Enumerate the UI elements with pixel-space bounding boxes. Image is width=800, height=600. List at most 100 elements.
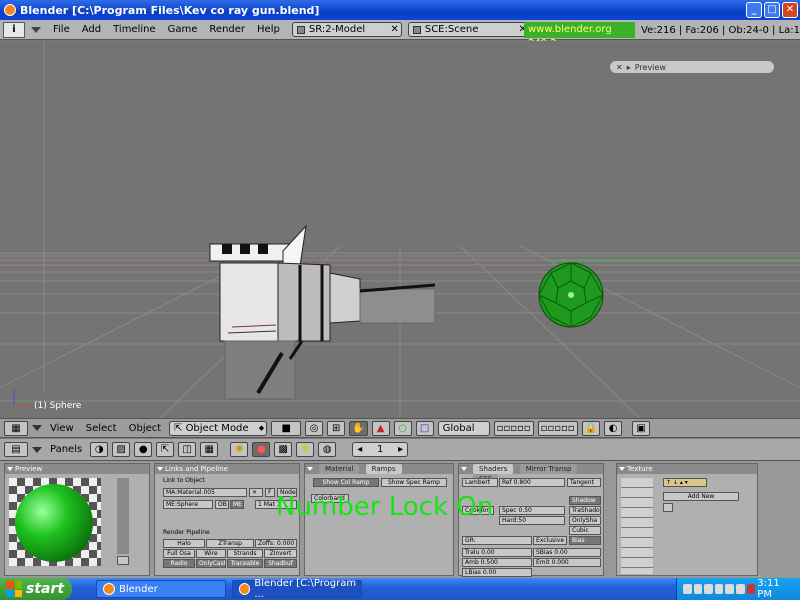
halo-button[interactable]: Halo bbox=[163, 539, 205, 548]
taskbar-item-blender[interactable]: Blender bbox=[96, 580, 226, 598]
collapse-menu-icon[interactable] bbox=[32, 446, 42, 453]
ray-gun-mesh[interactable] bbox=[209, 224, 436, 400]
cubic-button[interactable]: Cubic bbox=[569, 526, 601, 535]
menu-render[interactable]: Render bbox=[209, 24, 245, 35]
menu-add[interactable]: Add bbox=[82, 24, 101, 35]
snap-icon[interactable]: ⊞ bbox=[327, 420, 346, 436]
texture-arrows-icon[interactable]: ↑ ↓ ▴ ▾ bbox=[663, 478, 707, 487]
lbias-slider[interactable]: LBias 0.00 bbox=[462, 568, 532, 577]
trashado-button[interactable]: TraShado bbox=[569, 506, 601, 515]
material-panel-header[interactable]: Material Ramps bbox=[305, 464, 453, 474]
layer-buttons-right[interactable]: ▫▫▫▫▫ bbox=[537, 420, 578, 436]
collapse-arrow-icon[interactable]: ▸ bbox=[627, 63, 631, 72]
texture-shading-icon[interactable]: ▩ bbox=[274, 442, 293, 457]
collapse-menu-icon[interactable] bbox=[32, 425, 42, 431]
layer-buttons-left[interactable]: ▫▫▫▫▫ bbox=[493, 420, 534, 436]
logic-context-icon[interactable]: ◑ bbox=[90, 442, 109, 457]
texture-channel-list[interactable] bbox=[621, 478, 653, 574]
links-panel-header[interactable]: Links and Pipeline bbox=[155, 464, 299, 474]
material-delete-icon[interactable]: ✕ bbox=[249, 488, 263, 497]
manipulator-hand-icon[interactable]: ✋ bbox=[349, 420, 368, 436]
hard-slider[interactable]: Hard:50 bbox=[499, 516, 565, 525]
start-button[interactable]: start bbox=[0, 578, 72, 600]
menu-file[interactable]: File bbox=[53, 24, 70, 35]
tab-mirror-transp[interactable]: Mirror Transp bbox=[519, 464, 578, 474]
mode-dropdown[interactable]: ⇱ Object Mode ◆ bbox=[169, 420, 268, 436]
bias-button[interactable]: Bias bbox=[569, 536, 601, 545]
sbias-slider[interactable]: SBias 0.00 bbox=[533, 548, 601, 557]
menu-select[interactable]: Select bbox=[86, 423, 117, 434]
ref-slider[interactable]: Ref 0.800 bbox=[499, 478, 565, 487]
diffuse-shader-dropdown[interactable]: Lambert bbox=[462, 478, 498, 487]
zoffs-field[interactable]: Zoffs: 0.000 bbox=[255, 539, 297, 548]
onlysha-button[interactable]: OnlySha bbox=[569, 516, 601, 525]
scene-context-icon[interactable]: ▦ bbox=[200, 442, 219, 457]
fake-user-button[interactable]: F bbox=[265, 488, 275, 497]
rotate-manipulator-icon[interactable]: ○ bbox=[393, 420, 412, 436]
add-new-texture-button[interactable]: Add New bbox=[663, 492, 739, 501]
tab-ramps[interactable]: Ramps bbox=[365, 464, 402, 474]
radio-button[interactable]: Radio bbox=[163, 559, 195, 568]
tray-icon-1[interactable] bbox=[683, 584, 692, 594]
editing-context-icon[interactable]: ◫ bbox=[178, 442, 197, 457]
exclusive-button[interactable]: Exclusive bbox=[533, 536, 567, 545]
maximize-icon[interactable]: □ bbox=[764, 2, 780, 18]
tray-icon-3[interactable] bbox=[704, 584, 713, 594]
scene-browse-icon[interactable] bbox=[412, 25, 421, 34]
material-shading-icon[interactable]: ● bbox=[252, 442, 271, 457]
preview-option-button[interactable] bbox=[117, 556, 129, 565]
frame-increment-icon[interactable]: ▸ bbox=[398, 444, 403, 455]
preview-panel-header[interactable]: Preview bbox=[5, 464, 149, 474]
3d-viewport[interactable]: ✕ ▸ Preview (1) Sphere bbox=[0, 41, 800, 418]
tray-icon-m[interactable] bbox=[746, 584, 756, 594]
lamp-shading-icon[interactable]: ✺ bbox=[230, 442, 249, 457]
screen-delete-icon[interactable]: ✕ bbox=[390, 24, 398, 35]
zinvert-button[interactable]: ZInvert bbox=[264, 549, 297, 558]
translate-manipulator-icon[interactable]: ▲ bbox=[371, 420, 390, 436]
collapse-menu-icon[interactable] bbox=[31, 26, 41, 33]
lock-icon[interactable]: 🔒 bbox=[581, 420, 601, 436]
group-field[interactable]: GR: bbox=[462, 536, 532, 545]
preview-type-buttons[interactable] bbox=[117, 478, 129, 554]
window-titlebar[interactable]: Blender [C:\Program Files\Kev co ray gun… bbox=[0, 0, 800, 20]
ztransp-button[interactable]: ZTransp bbox=[206, 539, 254, 548]
draw-type-icon[interactable]: ■ bbox=[271, 420, 302, 436]
pivot-icon[interactable]: ◎ bbox=[305, 420, 324, 436]
texture-browse-icon[interactable] bbox=[663, 503, 673, 512]
close-icon[interactable]: ✕ bbox=[616, 63, 623, 72]
render-icon[interactable]: ◐ bbox=[604, 420, 623, 436]
frame-decrement-icon[interactable]: ◂ bbox=[357, 444, 362, 455]
tray-icon-5[interactable] bbox=[725, 584, 735, 594]
close-icon[interactable]: ✕ bbox=[782, 2, 798, 18]
taskbar-item-blender-file[interactable]: Blender [C:\Program ... bbox=[232, 578, 362, 600]
link-me-button[interactable]: ME bbox=[230, 500, 244, 509]
minimize-icon[interactable]: _ bbox=[746, 2, 762, 18]
only-cast-button[interactable]: OnlyCast bbox=[196, 559, 226, 568]
show-col-ramp-button[interactable]: Show Col Ramp bbox=[313, 478, 379, 487]
traceable-button[interactable]: Traceable bbox=[227, 559, 263, 568]
window-type-grid-icon[interactable]: ▦ bbox=[4, 420, 28, 436]
amb-slider[interactable]: Amb 0.500 bbox=[462, 558, 532, 567]
menu-game[interactable]: Game bbox=[168, 24, 198, 35]
shaders-panel-header[interactable]: Shaders Mirror Transp SSS bbox=[459, 464, 603, 484]
mesh-name-field[interactable]: ME:Sphere bbox=[163, 500, 213, 509]
image-render-icon[interactable]: ▣ bbox=[632, 420, 651, 436]
panels-menu[interactable]: Panels bbox=[50, 444, 82, 455]
orientation-dropdown[interactable]: Global bbox=[437, 420, 490, 436]
screen-browse-icon[interactable] bbox=[296, 25, 305, 34]
tray-icon-4[interactable] bbox=[714, 584, 724, 594]
texture-panel-header[interactable]: Texture bbox=[617, 464, 757, 474]
world-shading-icon[interactable]: ◍ bbox=[318, 442, 337, 457]
spec-slider[interactable]: Spec 0.50 bbox=[499, 506, 565, 515]
buttons-window-type-icon[interactable]: ▤ bbox=[4, 442, 28, 457]
emit-slider[interactable]: Emit 0.000 bbox=[533, 558, 601, 567]
scale-manipulator-icon[interactable]: □ bbox=[415, 420, 434, 436]
shadbuf-button[interactable]: Shadbuf bbox=[264, 559, 297, 568]
shading-context-icon[interactable]: ● bbox=[134, 442, 153, 457]
menu-view[interactable]: View bbox=[50, 423, 74, 434]
radiosity-shading-icon[interactable]: ☢ bbox=[296, 442, 315, 457]
link-ob-button[interactable]: OB bbox=[215, 500, 229, 509]
frame-number-field[interactable]: ◂ 1 ▸ bbox=[352, 442, 409, 457]
show-spec-ramp-button[interactable]: Show Spec Ramp bbox=[381, 478, 447, 487]
material-name-field[interactable]: MA:Material.005 bbox=[163, 488, 247, 497]
